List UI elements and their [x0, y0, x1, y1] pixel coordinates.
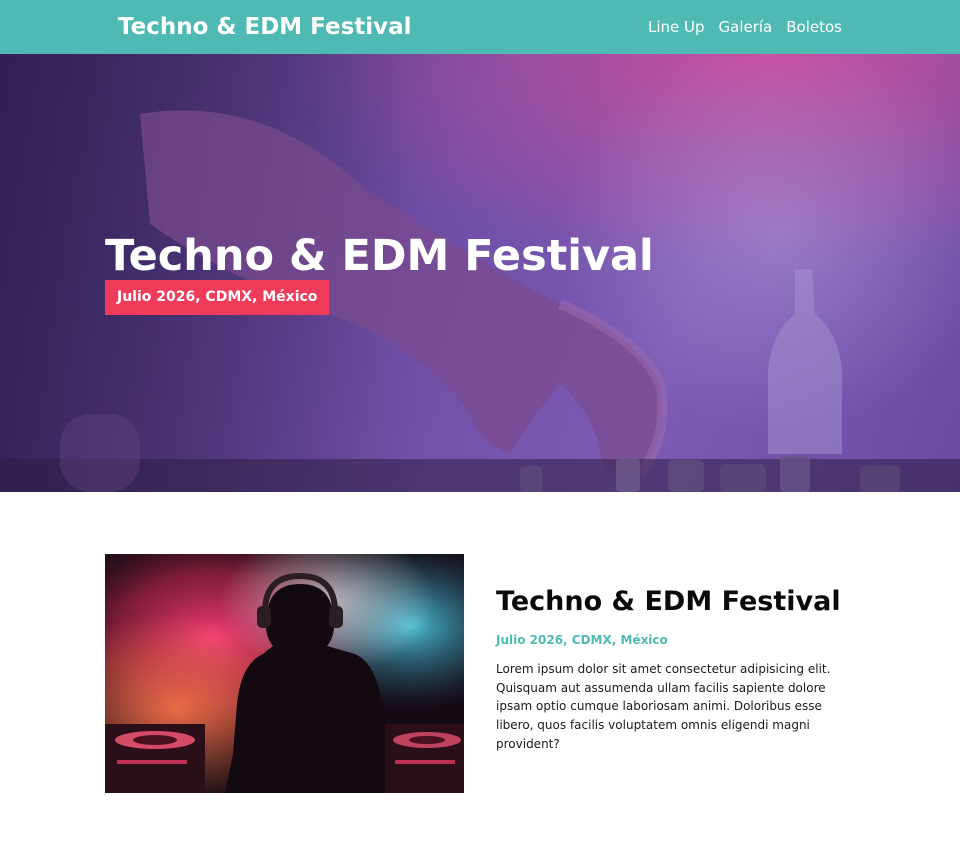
hero-title: Techno & EDM Festival [105, 231, 654, 281]
about-description: Lorem ipsum dolor sit amet consectetur a… [496, 662, 831, 751]
brand-logo-link[interactable]: Techno & EDM Festival [118, 12, 412, 42]
dj-photo-illustration [105, 554, 464, 793]
main-nav: Line Up Galería Boletos [648, 16, 842, 38]
nav-link-line-up[interactable]: Line Up [648, 16, 705, 38]
about-text-block: Techno & EDM Festival Julio 2026, CDMX, … [496, 583, 856, 754]
about-image [105, 554, 464, 793]
nav-link-boletos[interactable]: Boletos [786, 16, 842, 38]
hero-date-badge: Julio 2026, CDMX, México [105, 280, 330, 315]
about-date: Julio 2026, CDMX, México [496, 633, 668, 647]
site-header: Techno & EDM Festival Line Up Galería Bo… [0, 0, 960, 54]
hero-section: Techno & EDM Festival Julio 2026, CDMX, … [0, 54, 960, 492]
about-title: Techno & EDM Festival [496, 586, 841, 617]
nav-link-galeria[interactable]: Galería [719, 16, 773, 38]
